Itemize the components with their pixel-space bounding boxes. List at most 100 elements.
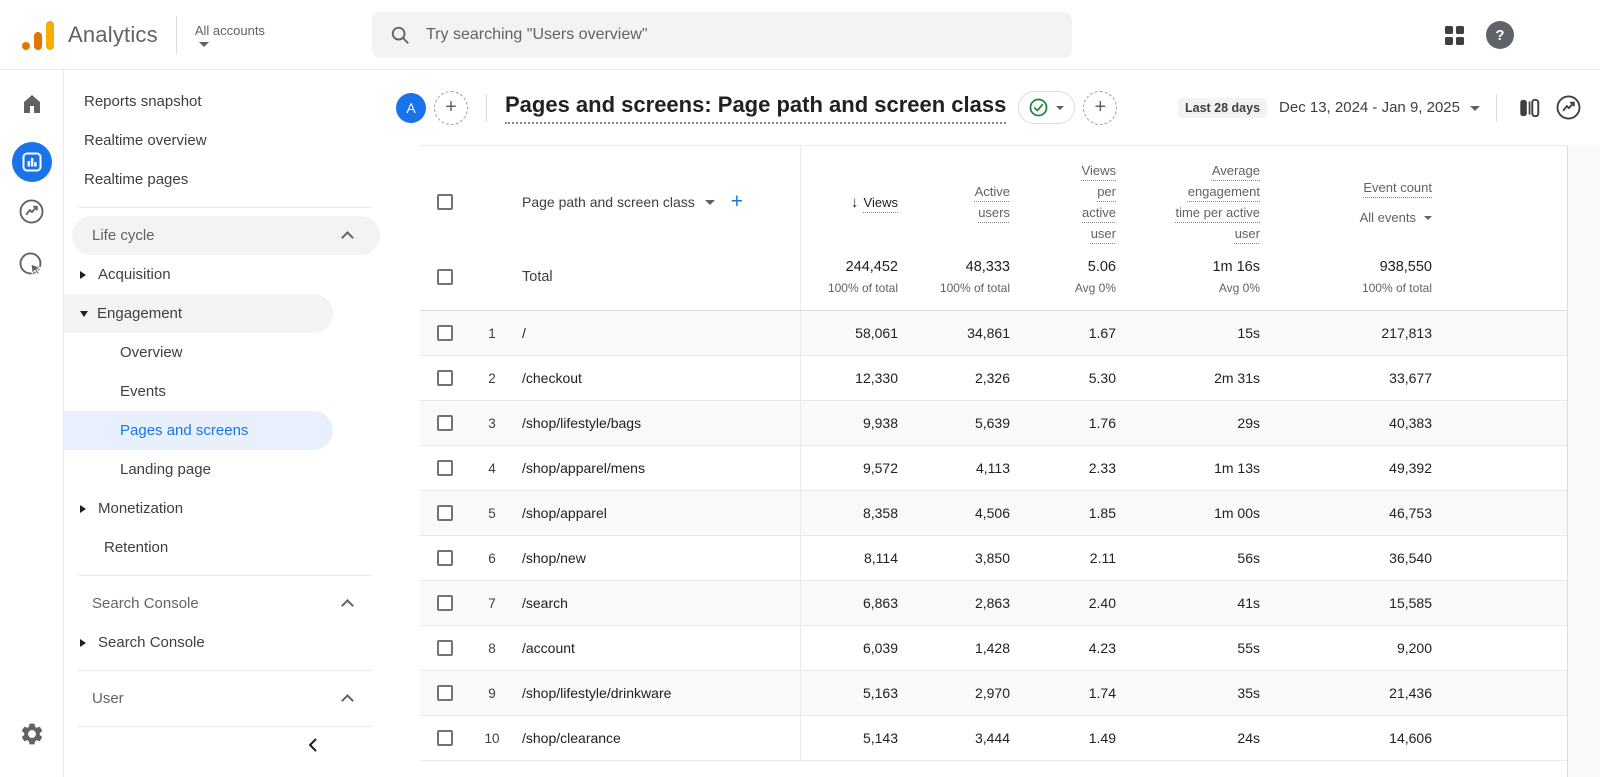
row-spacer [1432, 401, 1567, 445]
column-header-average-engagement-time[interactable]: Average engagement time per active user [1116, 146, 1260, 244]
cell-views-per-active-user: 1.76 [1010, 401, 1116, 445]
row-checkbox-cell [420, 716, 470, 760]
sidebar-item-overview[interactable]: Overview [64, 333, 333, 372]
add-report-button[interactable] [1083, 91, 1117, 125]
chevron-down-icon [1056, 106, 1064, 110]
sidebar-item-events[interactable]: Events [64, 372, 333, 411]
page-path-value: /shop/new [514, 536, 800, 580]
column-header-views-per-active-user[interactable]: Views per active user [1010, 146, 1116, 244]
search-bar[interactable]: Try searching "Users overview" [372, 12, 1072, 58]
sidebar-item-search-console[interactable]: Search Console [64, 623, 333, 662]
chevron-up-icon [341, 694, 354, 707]
rail-reports-icon[interactable] [12, 142, 52, 182]
row-number: 4 [470, 446, 514, 490]
sidebar-item-realtime-overview[interactable]: Realtime overview [64, 121, 388, 160]
table-row: 4/shop/apparel/mens9,5724,1132.331m 13s4… [420, 446, 1567, 491]
cell-active-users: 1,428 [898, 626, 1010, 670]
page-path-value: /shop/lifestyle/drinkware [514, 671, 800, 715]
cell-event-count: 15,585 [1260, 581, 1432, 625]
report-status-pill[interactable] [1018, 91, 1075, 124]
chevron-down-icon[interactable] [1470, 106, 1480, 111]
row-checkbox[interactable] [437, 505, 453, 521]
sidebar-item-label: Events [120, 383, 166, 400]
row-checkbox[interactable] [437, 640, 453, 656]
total-event-count: 938,550100% of total [1260, 243, 1432, 310]
rail-explore-icon[interactable] [18, 198, 45, 225]
collapse-arrow-icon [80, 311, 88, 317]
table-scroll-gutter[interactable] [1567, 145, 1600, 777]
cell-active-users: 2,863 [898, 581, 1010, 625]
row-checkbox[interactable] [437, 370, 453, 386]
sidebar-item-monetization[interactable]: Monetization [64, 489, 333, 528]
sidebar-item-acquisition[interactable]: Acquisition [64, 255, 333, 294]
report-header: A Pages and screens: Page path and scree… [388, 70, 1600, 145]
cell-views: 12,330 [800, 356, 898, 400]
column-header-event-count[interactable]: Event count All events [1260, 146, 1432, 244]
account-switcher[interactable]: All accounts [195, 23, 265, 47]
cell-active-users: 4,113 [898, 446, 1010, 490]
sidebar-item-label: Search Console [98, 634, 205, 651]
sidebar-item-user[interactable]: User [72, 679, 380, 718]
sidebar-item-landing-page[interactable]: Landing page [64, 450, 333, 489]
sidenav-divider [78, 207, 372, 208]
row-checkbox[interactable] [437, 415, 453, 431]
row-checkbox[interactable] [437, 460, 453, 476]
column-header-active-users[interactable]: Active users [898, 146, 1010, 244]
select-all-checkbox[interactable] [437, 194, 453, 210]
sidebar-item-engagement[interactable]: Engagement [64, 294, 333, 333]
cell-active-users: 2,326 [898, 356, 1010, 400]
cell-event-count: 33,677 [1260, 356, 1432, 400]
sidebar-item-life-cycle[interactable]: Life cycle [72, 216, 380, 255]
row-spacer [1432, 536, 1567, 580]
cell-views: 6,863 [800, 581, 898, 625]
cell-views-per-active-user: 1.85 [1010, 491, 1116, 535]
sidenav-divider [78, 726, 372, 727]
analytics-logo[interactable]: Analytics [22, 20, 158, 50]
date-range-value[interactable]: Dec 13, 2024 - Jan 9, 2025 [1279, 99, 1460, 116]
page-title[interactable]: Pages and screens: Page path and screen … [505, 92, 1006, 124]
expand-arrow-icon [80, 505, 86, 513]
report-table: Page path and screen class Views Active … [420, 145, 1567, 777]
add-comparison-button[interactable] [434, 91, 468, 125]
sidebar-item-retention[interactable]: Retention [64, 528, 388, 567]
cell-active-users: 3,444 [898, 716, 1010, 760]
comparison-bars-icon[interactable] [1517, 96, 1541, 120]
apps-grid-icon[interactable] [1445, 26, 1464, 45]
check-circle-icon [1029, 98, 1048, 117]
cell-views-per-active-user: 2.40 [1010, 581, 1116, 625]
cell-views-per-active-user: 2.33 [1010, 446, 1116, 490]
cell-views-per-active-user: 1.49 [1010, 716, 1116, 760]
chevron-up-icon [341, 231, 354, 244]
header-divider [1496, 94, 1497, 122]
cell-views: 8,114 [800, 536, 898, 580]
column-header-views[interactable]: Views [800, 146, 898, 244]
insights-icon[interactable] [1555, 94, 1582, 121]
table-row: 10/shop/clearance5,1433,4441.4924s14,606 [420, 716, 1567, 761]
event-filter-dropdown[interactable]: All events [1360, 207, 1432, 228]
total-row-checkbox[interactable] [437, 269, 453, 285]
row-number: 1 [470, 311, 514, 355]
row-checkbox[interactable] [437, 685, 453, 701]
sidebar-item-realtime-pages[interactable]: Realtime pages [64, 160, 388, 199]
row-checkbox[interactable] [437, 730, 453, 746]
cell-average-engagement-time: 1m 00s [1116, 491, 1260, 535]
add-dimension-button[interactable] [731, 190, 743, 214]
row-checkbox-cell [420, 446, 470, 490]
row-checkbox[interactable] [437, 595, 453, 611]
sidenav-divider [78, 670, 372, 671]
settings-gear-icon[interactable] [19, 721, 45, 747]
row-spacer [1432, 626, 1567, 670]
help-icon[interactable] [1486, 21, 1514, 49]
row-checkbox[interactable] [437, 550, 453, 566]
sidebar-item-search-console[interactable]: Search Console [72, 584, 380, 623]
expand-arrow-icon [80, 639, 86, 647]
rail-home-icon[interactable] [20, 92, 44, 116]
row-checkbox[interactable] [437, 325, 453, 341]
rail-advertising-icon[interactable] [18, 251, 45, 278]
dimension-header[interactable]: Page path and screen class [514, 146, 800, 244]
avatar[interactable]: A [396, 93, 426, 123]
sidebar-item-reports-snapshot[interactable]: Reports snapshot [64, 82, 388, 121]
collapse-sidebar-button[interactable] [304, 736, 322, 759]
row-spacer [1432, 491, 1567, 535]
sidebar-item-pages-and-screens[interactable]: Pages and screens [64, 411, 333, 450]
